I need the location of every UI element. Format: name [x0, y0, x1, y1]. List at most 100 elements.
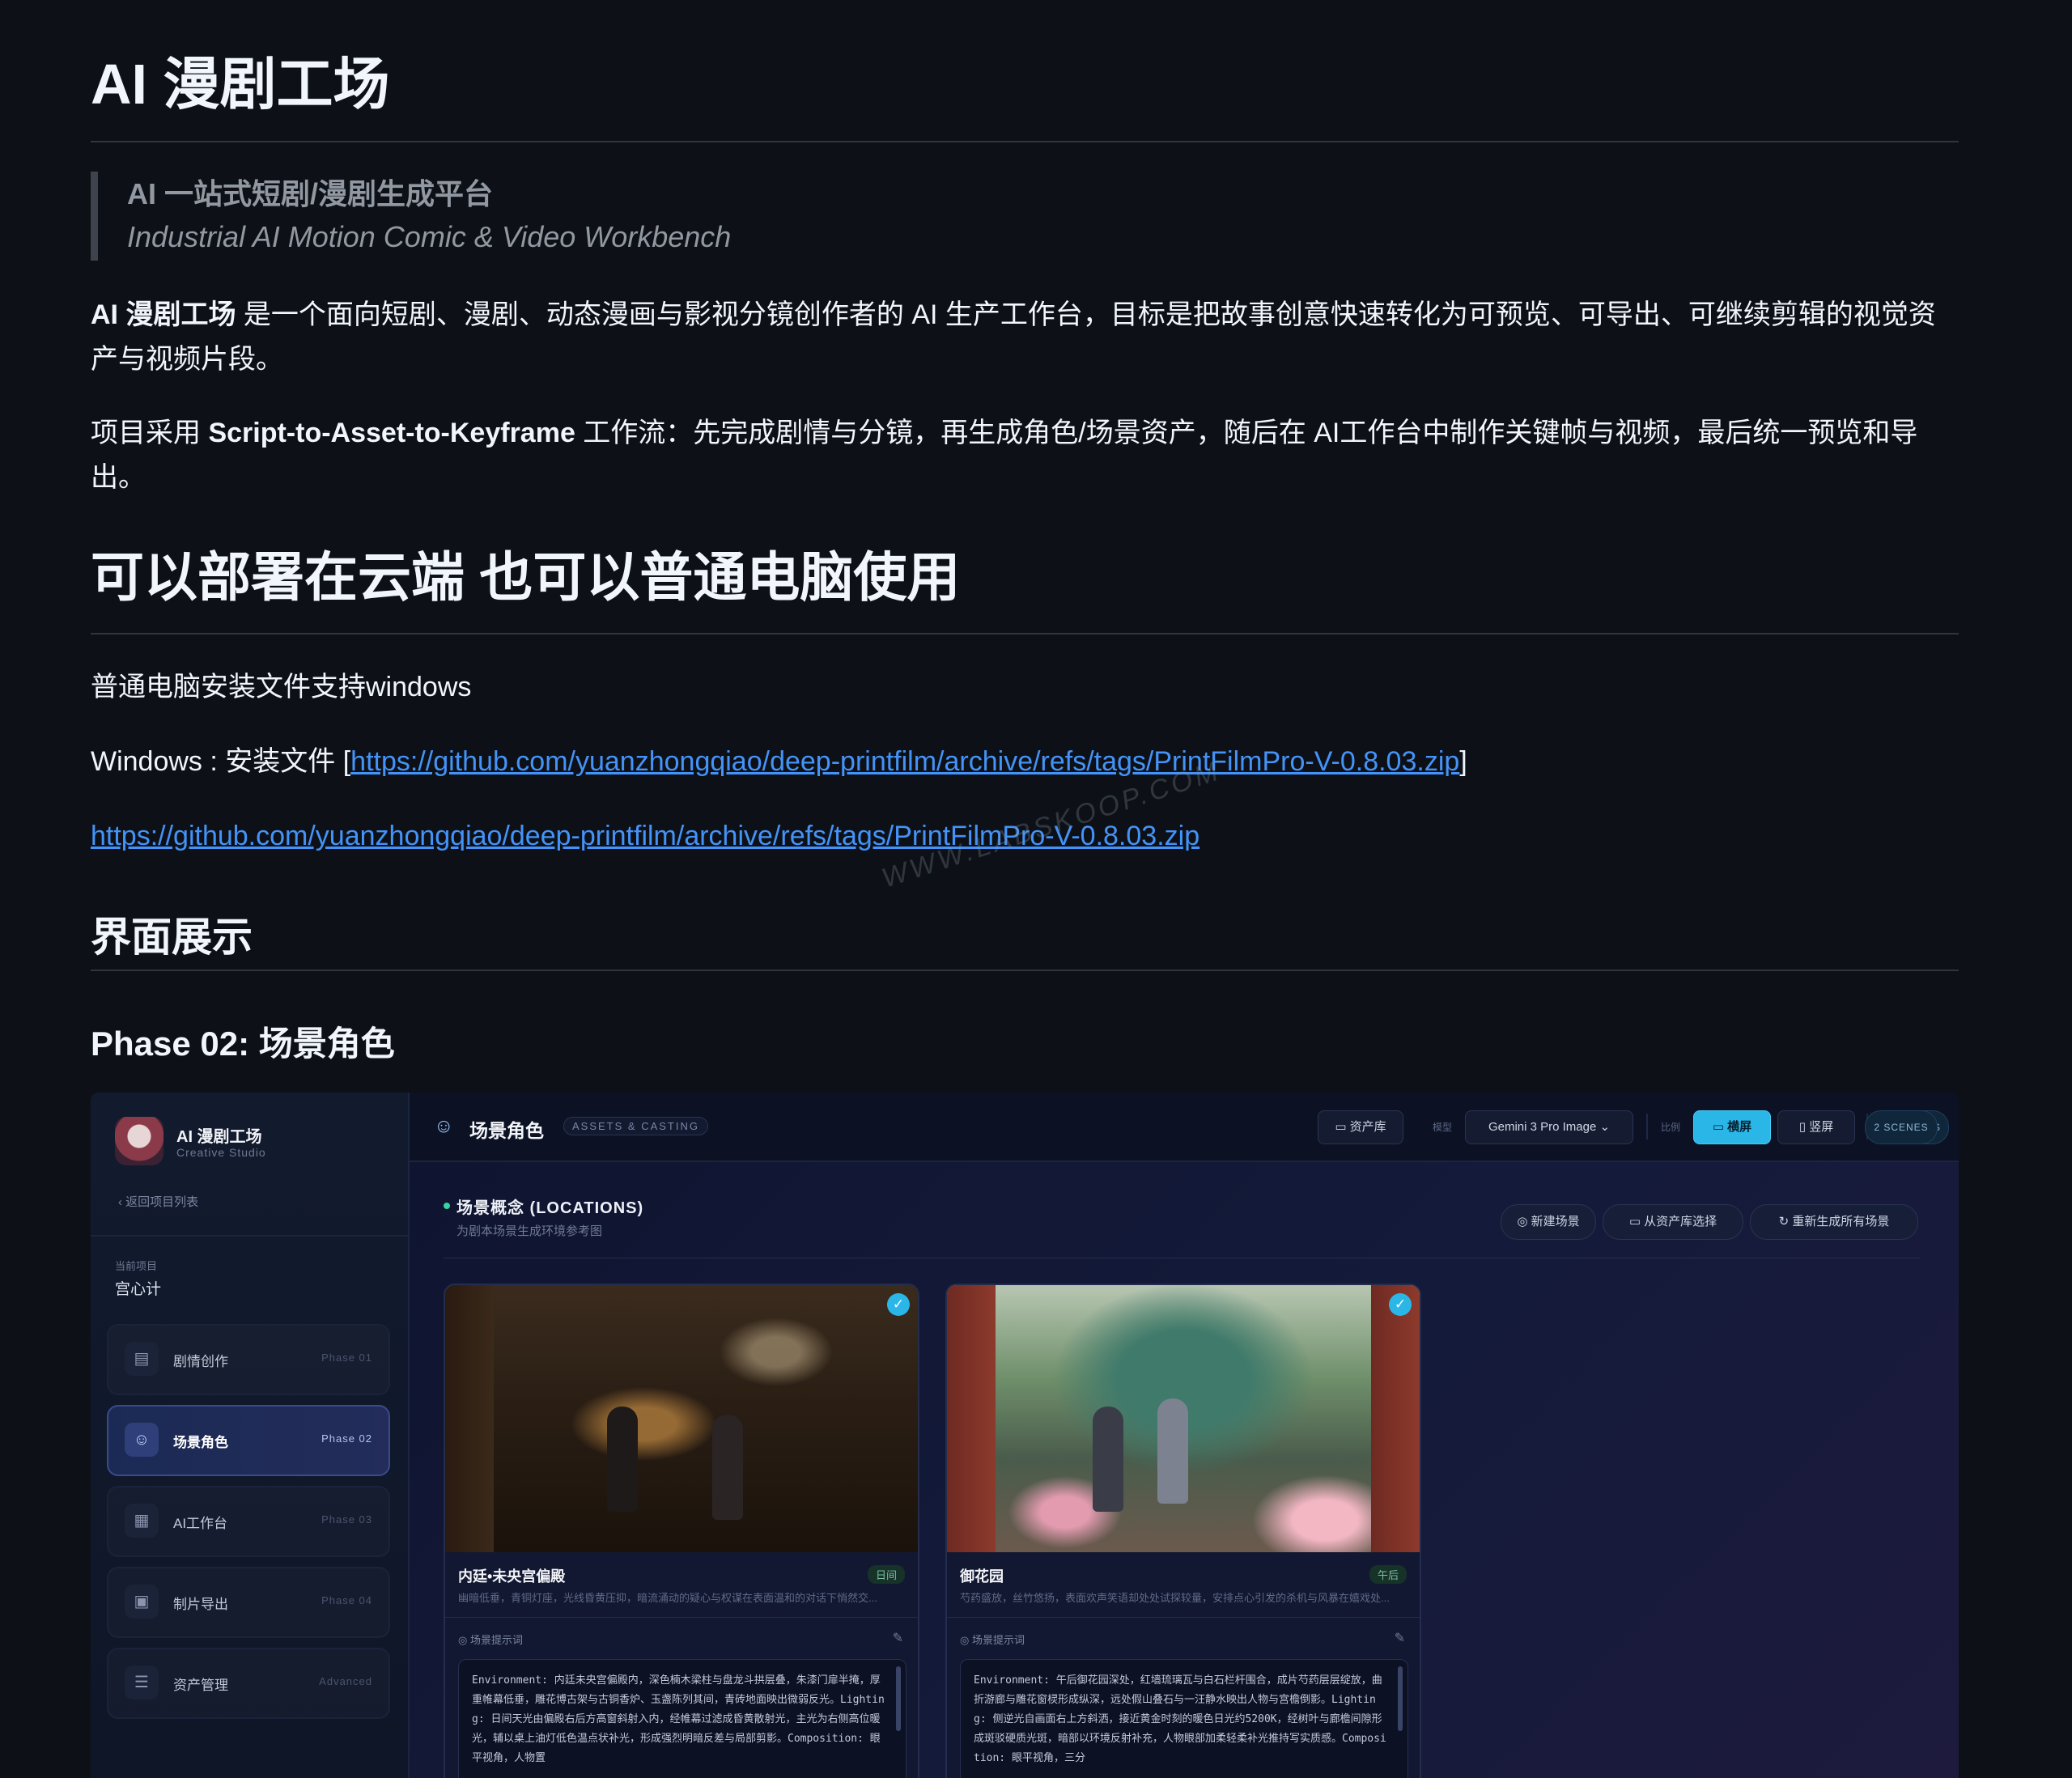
regenerate-all-scenes-button[interactable]: ↻ 重新生成所有场景 — [1750, 1204, 1918, 1240]
card-divider — [445, 1617, 918, 1618]
workflow-pre: 项目采用 — [91, 418, 209, 448]
selected-check-icon[interactable]: ✓ — [887, 1293, 910, 1316]
document-icon: ▤ — [125, 1342, 159, 1376]
workflow-paragraph: 项目采用 Script-to-Asset-to-Keyframe 工作流：先完成… — [91, 411, 1959, 500]
users-icon: ☺ — [434, 1115, 454, 1137]
title-divider — [91, 141, 1959, 142]
sidebar-item-phase: Phase 04 — [321, 1594, 372, 1606]
scene-time-badge: 午后 — [1369, 1565, 1407, 1584]
scene-prompt-label: ◎ 场景提示词 — [960, 1634, 1025, 1646]
scene-image[interactable] — [947, 1285, 1420, 1552]
sidebar-item-label: 场景角色 — [173, 1435, 228, 1450]
windows-prefix: Windows : 安装文件 [ — [91, 746, 351, 777]
image-detail — [1371, 1285, 1420, 1552]
sidebar-item-label: AI工作台 — [173, 1516, 228, 1531]
top-bar: ☺ 场景角色 ASSETS & CASTING ▭ 资产库 模型 Gemini … — [410, 1093, 1959, 1162]
card-divider — [947, 1617, 1420, 1618]
app-screenshot: AI 漫剧工场 Creative Studio ‹ 返回项目列表 当前项目 宫心… — [91, 1093, 1959, 1778]
phase-heading: Phase 02: 场景角色 — [91, 1025, 395, 1063]
brand-subtitle: Creative Studio — [176, 1146, 266, 1159]
scene-description: 芍药盛放，丝竹悠扬，表面欢声笑语却处处试探较量，安排点心引发的杀机与风暴在嬉戏处… — [960, 1592, 1390, 1604]
sidebar-item-export[interactable]: ▣ 制片导出 Phase 04 — [107, 1567, 390, 1638]
intro-paragraph: AI 漫剧工场 是一个面向短剧、漫剧、动态漫画与影视分镜创作者的 AI 生产工作… — [91, 293, 1959, 382]
intro-text: 是一个面向短剧、漫剧、动态漫画与影视分镜创作者的 AI 生产工作台，目标是把故事… — [91, 299, 1936, 375]
image-detail — [712, 1415, 743, 1520]
sidebar-item-phase: Phase 01 — [321, 1352, 372, 1364]
new-scene-button[interactable]: ◎ 新建场景 — [1501, 1204, 1596, 1240]
app-logo — [115, 1117, 163, 1165]
page-title: AI 漫剧工场 — [91, 53, 390, 116]
sidebar-item-asset-management[interactable]: ☰ 资产管理 Advanced — [107, 1648, 390, 1719]
list-icon: ☰ — [125, 1666, 159, 1699]
sidebar-item-phase: Phase 02 — [321, 1432, 372, 1445]
edit-icon[interactable]: ✎ — [1395, 1630, 1405, 1646]
top-bar-title: 场景角色 — [469, 1120, 544, 1141]
sidebar-item-label: 剧情创作 — [173, 1354, 228, 1369]
sidebar-item-assets-casting[interactable]: ☺ 场景角色 Phase 02 — [107, 1405, 390, 1476]
section-subtitle: 为剧本场景生成环境参考图 — [456, 1224, 603, 1238]
asset-library-button[interactable]: ▭ 资产库 — [1318, 1110, 1403, 1144]
portrait-toggle[interactable]: ▯ 竖屏 — [1777, 1110, 1855, 1144]
scene-description: 幽暗低垂，青铜灯座，光线昏黄压抑，暗流涌动的疑心与权谋在表面温和的对话下悄然交.… — [458, 1592, 877, 1604]
scene-card[interactable]: ✓ 内廷•未央宫偏殿 日间 幽暗低垂，青铜灯座，光线昏黄压抑，暗流涌动的疑心与权… — [444, 1284, 919, 1778]
pick-from-library-button[interactable]: ▭ 从资产库选择 — [1603, 1204, 1743, 1240]
windows-suffix: ] — [1459, 746, 1467, 777]
image-detail — [445, 1285, 494, 1552]
scene-prompt-box[interactable]: Environment: 内廷未央宫偏殿内，深色楠木梁柱与盘龙斗拱层叠，朱漆门扉… — [458, 1659, 906, 1778]
sidebar-item-phase: Advanced — [319, 1675, 372, 1687]
sidebar-item-ai-workbench[interactable]: ▦ AI工作台 Phase 03 — [107, 1486, 390, 1557]
scene-image[interactable] — [445, 1285, 918, 1552]
main-content: 场景概念 (LOCATIONS) 为剧本场景生成环境参考图 ◎ 新建场景 ▭ 从… — [410, 1162, 1959, 1778]
scene-prompt-box[interactable]: Environment: 午后御花园深处，红墙琉璃瓦与白石栏杆围合，成片芍药层层… — [960, 1659, 1408, 1778]
scene-title: 御花园 — [960, 1568, 1004, 1585]
section-status-dot — [444, 1203, 450, 1209]
sidebar-item-phase: Phase 03 — [321, 1513, 372, 1526]
scenes-count-badge: 2 SCENES — [1865, 1110, 1938, 1144]
film-icon: ▣ — [125, 1585, 159, 1619]
back-to-projects-link[interactable]: ‹ 返回项目列表 — [118, 1193, 198, 1210]
brand-name: AI 漫剧工场 — [176, 1128, 262, 1146]
deploy-divider — [91, 633, 1959, 634]
image-detail — [947, 1285, 996, 1552]
users-icon: ☺ — [125, 1423, 159, 1457]
clapperboard-icon: ▦ — [125, 1504, 159, 1538]
quote-line-1: AI 一站式短剧/漫剧生成平台 — [127, 177, 494, 210]
windows-download-link[interactable]: https://github.com/yuanzhongqiao/deep-pr… — [350, 746, 1459, 777]
scene-title: 内廷•未央宫偏殿 — [458, 1568, 566, 1585]
scrollbar[interactable] — [1398, 1666, 1403, 1731]
image-detail — [1157, 1398, 1188, 1504]
scene-prompt-text: Environment: 内廷未央宫偏殿内，深色楠木梁柱与盘龙斗拱层叠，朱漆门扉… — [472, 1674, 885, 1764]
landscape-toggle[interactable]: ▭ 横屏 — [1693, 1110, 1771, 1144]
scene-card[interactable]: ✓ 御花园 午后 芍药盛放，丝竹悠扬，表面欢声笑语却处处试探较量，安排点心引发的… — [945, 1284, 1421, 1778]
scene-prompt-label: ◎ 场景提示词 — [458, 1634, 523, 1646]
ui-showcase-heading: 界面展示 — [91, 914, 253, 960]
sidebar-divider — [91, 1235, 408, 1237]
ratio-label: 比例 — [1661, 1122, 1681, 1133]
workflow-bold: Script-to-Asset-to-Keyframe — [208, 418, 575, 448]
image-detail — [1093, 1407, 1123, 1512]
scene-prompt-text: Environment: 午后御花园深处，红墙琉璃瓦与白石栏杆围合，成片芍药层层… — [974, 1674, 1386, 1764]
selected-check-icon[interactable]: ✓ — [1389, 1293, 1412, 1316]
intro-bold: AI 漫剧工场 — [91, 299, 236, 330]
model-label: 模型 — [1433, 1122, 1453, 1133]
quote-line-2: Industrial AI Motion Comic & Video Workb… — [127, 220, 732, 253]
sidebar-item-label: 制片导出 — [173, 1597, 228, 1612]
current-project-name: 宫心计 — [115, 1281, 162, 1298]
image-detail — [607, 1407, 638, 1512]
top-bar-separator — [1646, 1114, 1648, 1139]
sidebar-item-label: 资产管理 — [173, 1678, 228, 1693]
blockquote: AI 一站式短剧/漫剧生成平台 Industrial AI Motion Com… — [91, 172, 731, 261]
windows-install-line: Windows : 安装文件 [https://github.com/yuanz… — [91, 740, 1959, 784]
current-project-label: 当前项目 — [115, 1260, 158, 1272]
sidebar: AI 漫剧工场 Creative Studio ‹ 返回项目列表 当前项目 宫心… — [91, 1093, 410, 1778]
ui-showcase-divider — [91, 970, 1959, 971]
scene-time-badge: 日间 — [867, 1565, 905, 1584]
sidebar-item-script[interactable]: ▤ 剧情创作 Phase 01 — [107, 1324, 390, 1395]
top-bar-tag: ASSETS & CASTING — [563, 1117, 708, 1135]
scrollbar[interactable] — [896, 1666, 901, 1731]
edit-icon[interactable]: ✎ — [893, 1630, 903, 1646]
windows-support-text: 普通电脑安装文件支持windows — [91, 672, 472, 702]
section-title: 场景概念 (LOCATIONS) — [456, 1199, 644, 1217]
deploy-heading: 可以部署在云端 也可以普通电脑使用 — [91, 547, 961, 607]
model-select[interactable]: Gemini 3 Pro Image ⌄ — [1465, 1110, 1633, 1144]
